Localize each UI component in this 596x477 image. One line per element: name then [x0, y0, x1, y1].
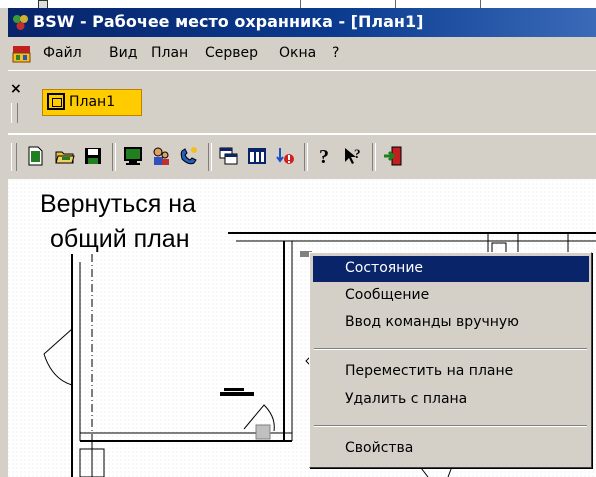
- users-icon[interactable]: [148, 143, 174, 169]
- tab-plan1[interactable]: План1: [42, 89, 142, 116]
- document-tab-bar: × План1: [8, 70, 596, 133]
- menu-item-manual-command[interactable]: Ввод команды вручную: [313, 310, 589, 336]
- title-bar[interactable]: BSW - Рабочее место охранника - [План1]: [8, 8, 596, 37]
- toolbar-grip[interactable]: [11, 143, 17, 171]
- open-icon[interactable]: [52, 143, 78, 169]
- menu-separator: [314, 348, 587, 350]
- menu-separator: [314, 425, 587, 427]
- plan-tab-icon: [47, 93, 65, 110]
- return-to-main-plan-label-line2[interactable]: общий план: [50, 225, 190, 254]
- context-menu: Состояние Сообщение Ввод команды вручную…: [309, 252, 592, 468]
- toolbar-separator: [304, 143, 308, 171]
- tab-label: План1: [69, 94, 116, 110]
- menu-bar: Файл Вид План Сервер Окна ?: [8, 37, 596, 70]
- phone-icon[interactable]: [176, 143, 202, 169]
- background-window-strip: [0, 0, 596, 9]
- menu-view[interactable]: Вид: [109, 45, 137, 61]
- new-icon[interactable]: [22, 143, 48, 169]
- menu-windows[interactable]: Окна: [279, 45, 316, 61]
- menu-item-remove-from-plan[interactable]: Удалить с плана: [313, 387, 589, 413]
- toolbar-grip[interactable]: [11, 103, 18, 123]
- toolbar-separator: [112, 143, 116, 171]
- windows-icon[interactable]: [216, 143, 242, 169]
- divider: [395, 0, 396, 8]
- menu-server[interactable]: Сервер: [205, 45, 258, 61]
- menu-item-move-on-plan[interactable]: Переместить на плане: [313, 359, 589, 385]
- alarm-icon[interactable]: [272, 143, 298, 169]
- main-toolbar: ? ?: [8, 134, 596, 180]
- context-help-icon[interactable]: ?: [340, 143, 366, 169]
- menu-item-status[interactable]: Состояние: [313, 256, 589, 282]
- columns-icon[interactable]: [244, 143, 270, 169]
- bsw-app-icon: [13, 15, 28, 30]
- monitor-icon[interactable]: [120, 143, 146, 169]
- toolbar-separator: [372, 143, 376, 171]
- window-left-edge: [0, 8, 8, 477]
- plan-app-icon[interactable]: [12, 45, 31, 63]
- menu-item-properties[interactable]: Свойства: [313, 436, 589, 462]
- exit-icon[interactable]: [380, 143, 406, 169]
- menu-file[interactable]: Файл: [43, 45, 82, 61]
- close-icon[interactable]: ×: [10, 81, 22, 97]
- window-title: BSW - Рабочее место охранника - [План1]: [33, 12, 424, 31]
- menu-help[interactable]: ?: [332, 45, 339, 61]
- return-to-main-plan-label-line1[interactable]: Вернуться на: [40, 190, 196, 219]
- svg-text:?: ?: [354, 146, 361, 161]
- divider: [480, 0, 481, 8]
- divider: [300, 0, 301, 8]
- save-icon[interactable]: [80, 143, 106, 169]
- menu-plan[interactable]: План: [151, 45, 188, 61]
- help-icon[interactable]: ?: [312, 143, 338, 169]
- menu-item-message[interactable]: Сообщение: [313, 283, 589, 309]
- toolbar-separator: [208, 143, 212, 171]
- svg-text:?: ?: [319, 146, 329, 167]
